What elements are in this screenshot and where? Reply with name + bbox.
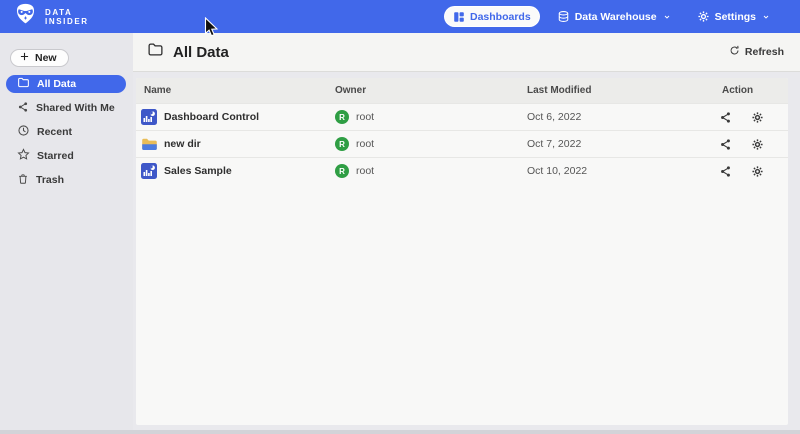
window-bottom-edge (0, 430, 800, 434)
brand-name: DATA INSIDER (45, 8, 89, 26)
refresh-button[interactable]: Refresh (729, 45, 784, 59)
sidebar-item-starred[interactable]: Starred (6, 147, 126, 165)
dashboard-file-icon (141, 109, 157, 125)
sidebar-item-label: Recent (37, 126, 72, 138)
file-name: Dashboard Control (164, 111, 259, 123)
nav-settings-label: Settings (715, 11, 756, 23)
table-row[interactable]: Dashboard Control R root Oct 6, 2022 (136, 103, 788, 130)
plus-icon (19, 51, 30, 65)
column-header-owner: Owner (330, 85, 522, 96)
share-icon (17, 101, 29, 116)
sidebar-item-trash[interactable]: Trash (6, 171, 126, 189)
new-button-label: New (35, 52, 57, 64)
column-header-last-modified: Last Modified (522, 85, 717, 96)
owner-avatar: R (335, 137, 349, 151)
sidebar-item-label: Starred (37, 150, 74, 162)
last-modified-date: Oct 7, 2022 (522, 138, 717, 150)
nav-dashboards-button[interactable]: Dashboards (445, 7, 539, 26)
sidebar-item-recent[interactable]: Recent (6, 123, 126, 141)
gear-icon (697, 10, 710, 23)
sidebar-item-label: Trash (36, 174, 64, 186)
nav-data-warehouse-label: Data Warehouse (575, 11, 657, 23)
row-settings-button[interactable] (751, 165, 764, 178)
share-button[interactable] (719, 138, 732, 151)
page-header: All Data Refresh (133, 33, 800, 72)
share-button[interactable] (719, 111, 732, 124)
clock-icon (17, 124, 30, 140)
folder-file-icon (141, 136, 157, 152)
content-area: Name Owner Last Modified Action (133, 73, 800, 430)
sidebar-item-label: All Data (37, 78, 76, 90)
file-name: new dir (164, 138, 201, 150)
file-table-card: Name Owner Last Modified Action (136, 78, 788, 425)
file-name: Sales Sample (164, 165, 232, 177)
app-window: DATA INSIDER Dashboards (0, 0, 800, 434)
sidebar: New All Data Shared With Me (0, 33, 133, 430)
owner-name: root (356, 138, 374, 150)
new-button[interactable]: New (10, 49, 69, 67)
nav-dashboards-label: Dashboards (470, 11, 531, 23)
owl-logo-icon (13, 2, 38, 32)
row-settings-button[interactable] (751, 138, 764, 151)
refresh-label: Refresh (745, 46, 784, 58)
table-row[interactable]: new dir R root Oct 7, 2022 (136, 130, 788, 157)
dashboard-file-icon (141, 163, 157, 179)
database-icon (557, 10, 570, 23)
share-button[interactable] (719, 165, 732, 178)
nav-settings-menu[interactable]: Settings (689, 7, 778, 26)
nav-data-warehouse-menu[interactable]: Data Warehouse (549, 7, 679, 26)
chevron-down-icon (762, 13, 770, 21)
brand-logo[interactable]: DATA INSIDER (0, 2, 89, 32)
sidebar-item-shared-with-me[interactable]: Shared With Me (6, 99, 126, 117)
owner-name: root (356, 111, 374, 123)
folder-icon (17, 76, 30, 92)
column-header-name: Name (136, 85, 330, 96)
trash-icon (17, 173, 29, 188)
refresh-icon (729, 45, 740, 59)
star-icon (17, 148, 30, 164)
sidebar-item-all-data[interactable]: All Data (6, 75, 126, 93)
top-navbar: DATA INSIDER Dashboards (0, 0, 800, 33)
row-settings-button[interactable] (751, 111, 764, 124)
column-header-action: Action (717, 85, 788, 96)
folder-icon (147, 41, 164, 63)
last-modified-date: Oct 10, 2022 (522, 165, 717, 177)
owner-avatar: R (335, 110, 349, 124)
table-header-row: Name Owner Last Modified Action (136, 78, 788, 103)
owner-name: root (356, 165, 374, 177)
dashboard-icon (453, 11, 465, 23)
table-row[interactable]: Sales Sample R root Oct 10, 2022 (136, 157, 788, 184)
chevron-down-icon (663, 13, 671, 21)
page-title: All Data (173, 44, 229, 61)
last-modified-date: Oct 6, 2022 (522, 111, 717, 123)
owner-avatar: R (335, 164, 349, 178)
sidebar-item-label: Shared With Me (36, 102, 115, 114)
